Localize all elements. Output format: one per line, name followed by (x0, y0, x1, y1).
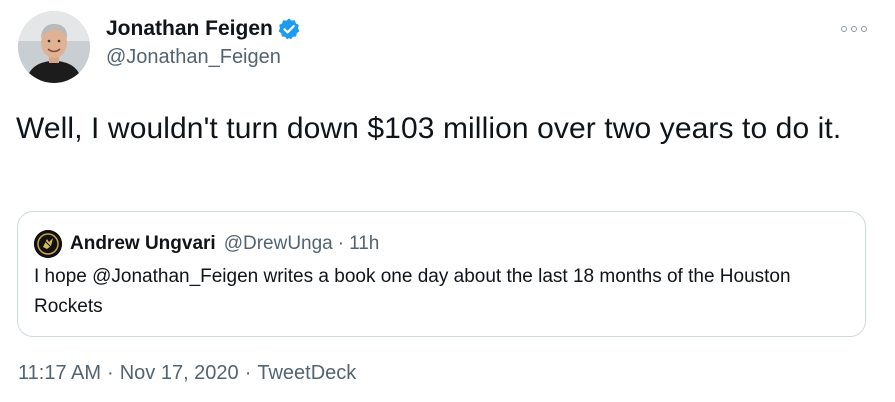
author-name-row: Jonathan Feigen (106, 14, 301, 44)
meta-separator: · (107, 362, 114, 384)
author-avatar[interactable] (18, 11, 90, 83)
quoted-separator: · (337, 233, 345, 254)
quoted-author-avatar (34, 230, 62, 258)
quoted-timestamp: 11h (349, 233, 380, 254)
quoted-avatar-logo-icon (34, 230, 62, 258)
quoted-tweet[interactable]: Andrew Ungvari @DrewUnga · 11h I hope @J… (17, 211, 866, 337)
tweet-text: Well, I wouldn't turn down $103 million … (16, 112, 842, 145)
tweet-source[interactable]: TweetDeck (257, 362, 356, 384)
tweet-meta: 11:17 AM · Nov 17, 2020 · TweetDeck (18, 362, 356, 385)
tweet-date[interactable]: Nov 17, 2020 (120, 362, 239, 384)
quoted-author-handle: @DrewUnga (223, 233, 333, 254)
quoted-tweet-header: Andrew Ungvari @DrewUnga · 11h (34, 230, 379, 258)
more-options-icon[interactable] (841, 22, 867, 36)
meta-separator: · (244, 362, 252, 384)
author-handle[interactable]: @Jonathan_Feigen (106, 46, 301, 69)
author-info: Jonathan Feigen @Jonathan_Feigen (106, 14, 301, 69)
author-photo (18, 11, 90, 83)
tweet: Jonathan Feigen @Jonathan_Feigen Well, I… (0, 0, 895, 402)
quoted-tweet-text: I hope @Jonathan_Feigen writes a book on… (34, 266, 791, 317)
quoted-author-name: Andrew Ungvari (70, 233, 216, 254)
tweet-time[interactable]: 11:17 AM (18, 362, 101, 384)
verified-badge-icon (277, 17, 301, 41)
author-name[interactable]: Jonathan Feigen (106, 17, 273, 41)
